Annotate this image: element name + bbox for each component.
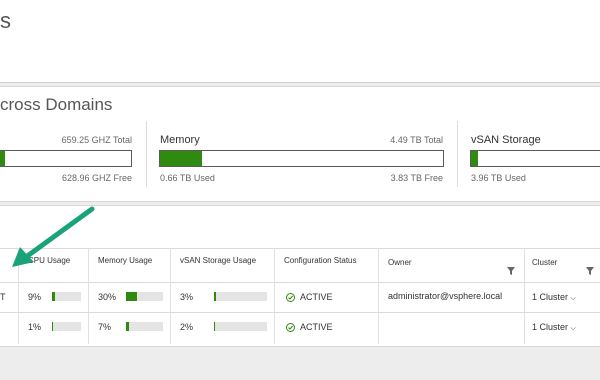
row2-cpu-fill	[52, 322, 54, 331]
row2-cpu-bar	[52, 322, 81, 331]
vsan-capacity-bar	[470, 150, 600, 167]
row1-cluster-label: 1 Cluster	[532, 292, 569, 302]
row1-cluster[interactable]: 1 Cluster ⌵	[532, 292, 576, 303]
memory-free: 3.83 TB Free	[390, 173, 443, 183]
cpu-free: 628.96 GHZ Free	[61, 173, 132, 183]
active-status-icon	[286, 293, 295, 302]
vsan-capacity-fill	[471, 151, 478, 166]
owner-filter-icon[interactable]	[507, 267, 515, 275]
column-divider	[378, 248, 379, 344]
row2-vsan-bar	[214, 322, 267, 331]
vsan-used: 3.96 TB Used	[471, 173, 526, 183]
row2-vsan-usage: 2%	[180, 322, 194, 332]
row2-status: ACTIVE	[300, 322, 333, 332]
column-header-config-status[interactable]: Configuration Status	[284, 256, 357, 265]
row2-memory-usage: 7%	[98, 322, 112, 332]
chevron-down-icon: ⌵	[570, 325, 576, 332]
row2-cluster[interactable]: 1 Cluster ⌵	[532, 322, 576, 333]
table-header-bottom-border	[0, 282, 600, 283]
column-header-cluster[interactable]: Cluster	[532, 258, 557, 267]
chevron-down-icon: ⌵	[570, 295, 576, 302]
active-status-icon	[286, 323, 295, 332]
page-footer-area	[0, 347, 600, 380]
cpu-total: 659.25 GHZ Total	[61, 135, 132, 145]
page-title: s	[0, 8, 11, 33]
row1-type-cut: T	[0, 292, 6, 302]
annotation-arrow-icon	[12, 206, 95, 267]
row1-memory-bar	[126, 292, 163, 301]
column-header-owner[interactable]: Owner	[388, 258, 412, 267]
cpu-capacity-fill	[0, 151, 6, 166]
vsan-label: vSAN Storage	[471, 134, 541, 146]
row2-memory-bar	[126, 322, 163, 331]
row1-cpu-usage: 9%	[28, 292, 42, 302]
row1-vsan-bar	[214, 292, 267, 301]
column-divider	[170, 248, 171, 344]
row1-owner: administrator@vsphere.local	[388, 291, 503, 301]
row1-vsan-usage: 3%	[180, 292, 194, 302]
row1-memory-usage: 30%	[98, 292, 117, 302]
column-divider	[274, 248, 275, 344]
row1-cpu-fill	[52, 292, 55, 301]
row1-memory-fill	[126, 292, 138, 301]
cpu-capacity-bar	[0, 150, 132, 167]
row2-cluster-label: 1 Cluster	[532, 322, 569, 332]
memory-label: Memory	[160, 134, 200, 146]
column-header-vsan[interactable]: vSAN Storage Usage	[180, 256, 256, 265]
card-divider	[457, 121, 458, 187]
row1-cpu-bar	[52, 292, 81, 301]
memory-total: 4.49 TB Total	[390, 135, 443, 145]
row1-status: ACTIVE	[300, 292, 333, 302]
memory-capacity-fill	[160, 151, 202, 166]
memory-capacity-bar	[159, 150, 444, 167]
row2-memory-fill	[126, 322, 129, 331]
capacity-panel: cross Domains 659.25 GHZ Total 628.96 GH…	[0, 86, 600, 202]
column-divider	[524, 248, 525, 344]
row2-cpu-usage: 1%	[28, 322, 42, 332]
cluster-filter-icon[interactable]	[586, 267, 594, 275]
capacity-title: cross Domains	[0, 95, 113, 114]
row1-vsan-fill	[214, 292, 216, 301]
row2-vsan-fill	[214, 322, 216, 331]
page-header: s	[0, 0, 600, 83]
memory-used: 0.66 TB Used	[160, 173, 215, 183]
card-divider	[146, 121, 147, 187]
row-divider	[0, 312, 600, 313]
